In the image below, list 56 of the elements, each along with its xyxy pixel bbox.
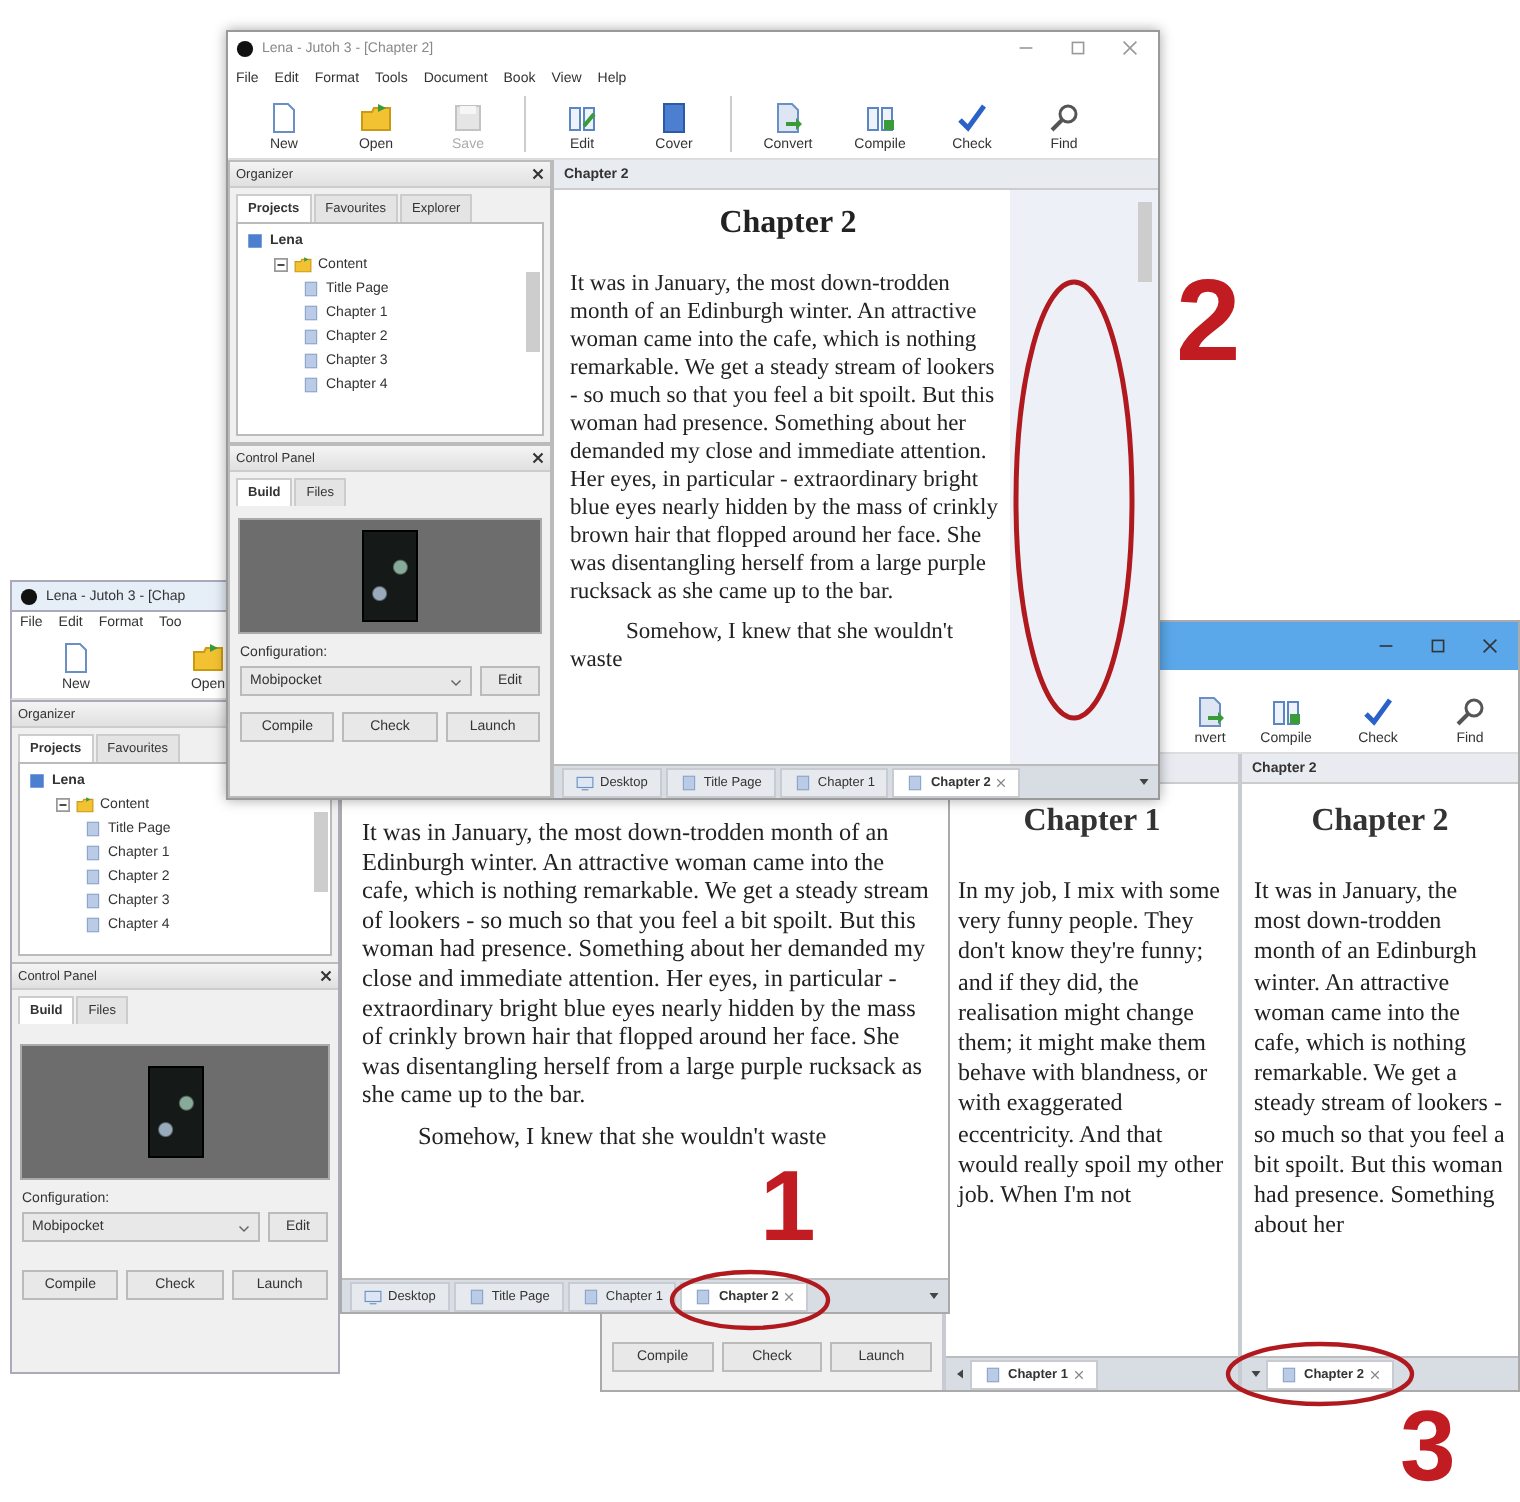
annotation-number: 1 xyxy=(760,1156,816,1256)
chapter-text: Somehow, I knew that she wouldn't waste xyxy=(416,1121,829,1152)
monitor-icon xyxy=(576,773,594,791)
search-icon xyxy=(1454,696,1486,728)
collapse-icon[interactable] xyxy=(274,257,288,271)
scrollbar[interactable] xyxy=(526,272,540,352)
cover-image-placeholder xyxy=(362,530,418,622)
app-logo-icon xyxy=(236,39,254,57)
page-icon xyxy=(60,642,92,674)
chapter-text: In my job, I mix with some very funny people. They don't know they're funny; and if they did, the realisation might change them; it might make them behave with blandness, or with exaggerated eccentricity. And that would really spoil my other job. When I'm not xyxy=(958,876,1226,1211)
document-icon xyxy=(694,1287,713,1305)
caret-icon[interactable] xyxy=(1250,1368,1262,1380)
caret-icon[interactable] xyxy=(1138,776,1150,788)
document-icon xyxy=(679,773,698,791)
scrollbar[interactable] xyxy=(314,812,328,892)
monitor-icon xyxy=(364,1287,382,1305)
folder-icon xyxy=(360,102,392,134)
scrollbar[interactable] xyxy=(1138,202,1152,282)
close-icon[interactable] xyxy=(532,168,544,180)
annotation-number: 2 xyxy=(1176,264,1241,380)
document-icon xyxy=(793,773,812,791)
folder-icon xyxy=(76,795,94,813)
chapter-heading: Chapter 2 xyxy=(717,206,859,242)
chevron-down-icon xyxy=(449,675,462,687)
book-pencil-icon xyxy=(566,102,598,134)
close-icon[interactable] xyxy=(320,970,332,982)
caret-icon[interactable] xyxy=(954,1368,966,1380)
document-icon xyxy=(467,1287,486,1305)
collapse-icon[interactable] xyxy=(56,797,70,811)
chapter-text: It was in January, the most down-trodden month of an Edinburgh winter. An attractive woman came into the cafe, which is nothing remarkable. We get a steady stream of lookers - so much so that you feel a bit spoilt. But this woman had presence. Something about her demanded my close and immediate attention. Her eyes, in particular - extraordinary bright blue eyes nearly hidden by the mass of crinkly brown hair that flopped around her face. She was disentangling herself from a large purple rucksack as she came up to the bar. xyxy=(570,270,1000,606)
close-icon[interactable] xyxy=(532,452,544,464)
page-arrow-icon xyxy=(1194,696,1226,728)
close-icon[interactable] xyxy=(1482,638,1498,654)
document-icon xyxy=(906,773,925,791)
annotation-number: 3 xyxy=(1400,1396,1456,1496)
page-icon xyxy=(268,102,300,134)
maximize-icon[interactable] xyxy=(1070,40,1086,56)
chapter-text: It was in January, the most down-trodden month of an Edinburgh winter. An attractive woman came into the cafe, which is nothing remarkable. We get a steady stream of lookers - so much so that you feel a bit spoilt. But this woman had presence. Something about her xyxy=(1254,876,1506,1241)
search-icon xyxy=(1048,102,1080,134)
chapter-text: Somehow, I knew that she wouldn't waste xyxy=(570,618,956,674)
chapter-text: It was in January, the most down-trodden month of an Edinburgh winter. An attractive woman came into the cafe, which is nothing remarkable. We get a steady stream of lookers - so much so that you feel a bit spoilt. But this woman had presence. Something about her demanded my close and immediate attention. Her eyes, in particular - extraordinary bright blue eyes nearly hidden by the mass of crinkly brown hair that flopped around her face. She was disentangling herself from a large purple rucksack as she came up to the bar. xyxy=(362,818,931,1110)
folder-icon xyxy=(192,642,224,674)
maximize-icon[interactable] xyxy=(1430,638,1446,654)
caret-icon[interactable] xyxy=(928,1290,940,1302)
checkmark-icon xyxy=(1362,696,1394,728)
chevron-down-icon xyxy=(237,1221,250,1233)
document-icon xyxy=(1280,1365,1298,1383)
folder-icon xyxy=(294,255,312,273)
checkmark-icon xyxy=(956,102,988,134)
document-icon xyxy=(581,1287,600,1305)
cover-image-placeholder xyxy=(147,1066,203,1158)
chapter-heading: Chapter 1 xyxy=(1021,804,1163,840)
app-logo-icon xyxy=(20,587,38,605)
chapter-heading: Chapter 2 xyxy=(1309,804,1451,840)
page-arrow-icon xyxy=(772,102,804,134)
document-icon xyxy=(984,1365,1002,1383)
